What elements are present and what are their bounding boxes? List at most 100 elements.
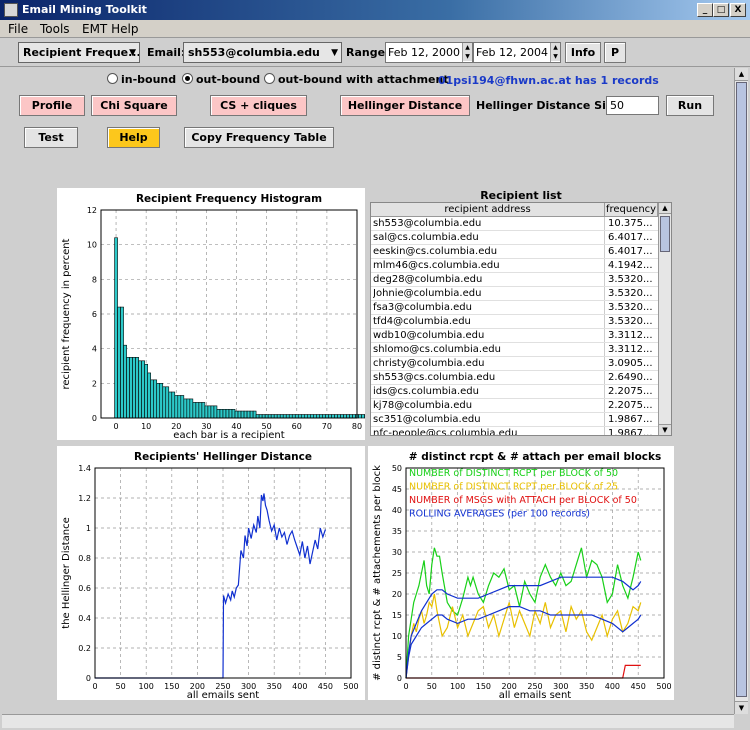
minimize-button[interactable]: _ [697,3,713,17]
histogram-bar [300,414,305,419]
scroll-down-icon[interactable]: ▼ [735,701,748,714]
histogram-bar [237,410,242,419]
radio-label: in-bound [121,73,177,86]
profile-button[interactable]: Profile [19,95,85,116]
chi-square-button[interactable]: Chi Square [91,95,177,116]
date-to-field[interactable]: Feb 12, 2004 ▲ ▼ [473,42,561,63]
scroll-down-icon[interactable]: ▼ [659,424,671,435]
recipient-table[interactable]: recipient address frequency sh553@columb… [370,202,672,436]
main-vertical-scrollbar[interactable]: ▲ ▼ [734,68,748,714]
menu-tools[interactable]: Tools [40,22,70,36]
legend-entry: NUMBER of DISTINCT RCPT per BLOCK of 50 [409,468,618,479]
chevron-down-icon: ▼ [129,48,136,58]
scroll-thumb[interactable] [660,216,670,252]
chevron-down-icon: ▼ [331,48,338,58]
table-row[interactable]: deg28@columbia.edu 3.5320... [371,273,658,287]
y-tick-label: 45 [392,485,402,494]
info-button[interactable]: Info [565,42,601,63]
scroll-up-icon[interactable]: ▲ [735,68,748,81]
close-button[interactable]: X [730,3,746,17]
spin-down-icon[interactable]: ▼ [551,52,560,61]
copy-frequency-table-button[interactable]: Copy Frequency Table [184,127,334,148]
histogram-bar [162,386,167,419]
table-row[interactable]: ids@cs.columbia.edu 2.2075... [371,385,658,399]
table-row[interactable]: sh553@cs.columbia.edu 2.6490... [371,371,658,385]
histogram-bar [147,372,151,419]
y-tick-label: 12 [87,206,97,215]
date-to-spinner[interactable]: ▲ ▼ [550,43,560,62]
run-button[interactable]: Run [666,95,714,116]
radio-circle-selected[interactable] [182,73,193,84]
cell-address: wdb10@columbia.edu [373,330,485,341]
column-header-frequency[interactable]: frequency [605,203,658,217]
table-row[interactable]: wdb10@columbia.edu 3.3112... [371,329,658,343]
main-horizontal-scrollbar[interactable] [2,714,734,728]
table-scrollbar[interactable]: ▲ ▼ [658,203,671,435]
x-tick-label: 400 [605,682,620,691]
scroll-up-icon[interactable]: ▲ [659,203,671,214]
y-tick-label: 15 [392,611,402,620]
test-button[interactable]: Test [24,127,78,148]
y-tick-label: 4 [92,345,97,354]
cell-address: tfd4@columbia.edu [373,316,471,327]
cell-divider [604,357,605,370]
histogram-bar [234,410,239,419]
cell-divider [604,371,605,384]
cs-cliques-button[interactable]: CS + cliques [210,95,307,116]
table-row[interactable]: eeskin@cs.columbia.edu 6.4017... [371,245,658,259]
hellinger-size-input[interactable]: 50 [606,96,659,115]
spin-up-icon[interactable]: ▲ [463,43,472,52]
radio-circle[interactable] [264,73,275,84]
table-row[interactable]: sal@cs.columbia.edu 6.4017... [371,231,658,245]
series-line [405,547,642,679]
date-from-field[interactable]: Feb 12, 2000 ▲ ▼ [385,42,473,63]
spin-down-icon[interactable]: ▼ [463,52,472,61]
table-row[interactable]: sc351@columbia.edu 1.9867... [371,413,658,427]
view-select-value: Recipient Freque... [23,46,140,59]
histogram-bar [303,414,308,419]
p-button[interactable]: P [604,42,626,63]
x-tick-label: 450 [318,682,333,691]
table-row[interactable]: Johnie@columbia.edu 3.5320... [371,287,658,301]
table-row[interactable]: nfc-people@cs.columbia.edu 1.9867... [371,427,658,435]
table-row[interactable]: shlomo@cs.columbia.edu 3.3112... [371,343,658,357]
histogram-bar [358,414,362,419]
column-header-address[interactable]: recipient address [371,203,605,217]
scroll-thumb[interactable] [736,82,747,697]
histogram-bar [261,414,266,419]
table-row[interactable]: sh553@columbia.edu 10.375... [371,217,658,231]
menu-emt-help[interactable]: EMT Help [82,22,138,36]
spin-up-icon[interactable]: ▲ [551,43,560,52]
maximize-button[interactable]: □ [713,3,729,17]
histogram-chart: Recipient Frequency Histogram0 10 20 30 40 50… [61,193,374,441]
hellinger-size-value: 50 [610,99,624,112]
y-tick-label: 40 [392,506,402,515]
help-button[interactable]: Help [107,127,160,148]
email-select[interactable]: sh553@columbia.edu ▼ [183,42,342,63]
histogram-bar [129,357,133,419]
table-row[interactable]: fsa3@columbia.edu 3.5320... [371,301,658,315]
cell-address: kj78@columbia.edu [373,400,473,411]
date-from-spinner[interactable]: ▲ ▼ [462,43,472,62]
table-row[interactable]: kj78@columbia.edu 2.2075... [371,399,658,413]
y-tick-label: 10 [392,632,402,641]
table-row[interactable]: tfd4@columbia.edu 3.5320... [371,315,658,329]
radio-out-bound[interactable]: out-bound [182,73,260,86]
histogram-bar [322,414,326,419]
histogram-bar [219,409,224,419]
histogram-bar [346,414,350,419]
view-select[interactable]: Recipient Freque... ▼ [18,42,140,63]
radio-circle[interactable] [107,73,118,84]
histogram-bar [195,402,200,419]
radio-out-bound-attachment[interactable]: out-bound with attachment [264,73,449,86]
histogram-bar [138,360,142,419]
histogram-bar [159,383,164,419]
histogram-bar [228,409,233,419]
table-row[interactable]: mlm46@cs.columbia.edu 4.1942... [371,259,658,273]
y-tick-label: 0.6 [78,584,91,593]
y-tick-label: 25 [392,569,402,578]
menu-file[interactable]: File [8,22,28,36]
table-row[interactable]: christy@columbia.edu 3.0905... [371,357,658,371]
radio-in-bound[interactable]: in-bound [107,73,176,86]
hellinger-distance-button[interactable]: Hellinger Distance [340,95,470,116]
